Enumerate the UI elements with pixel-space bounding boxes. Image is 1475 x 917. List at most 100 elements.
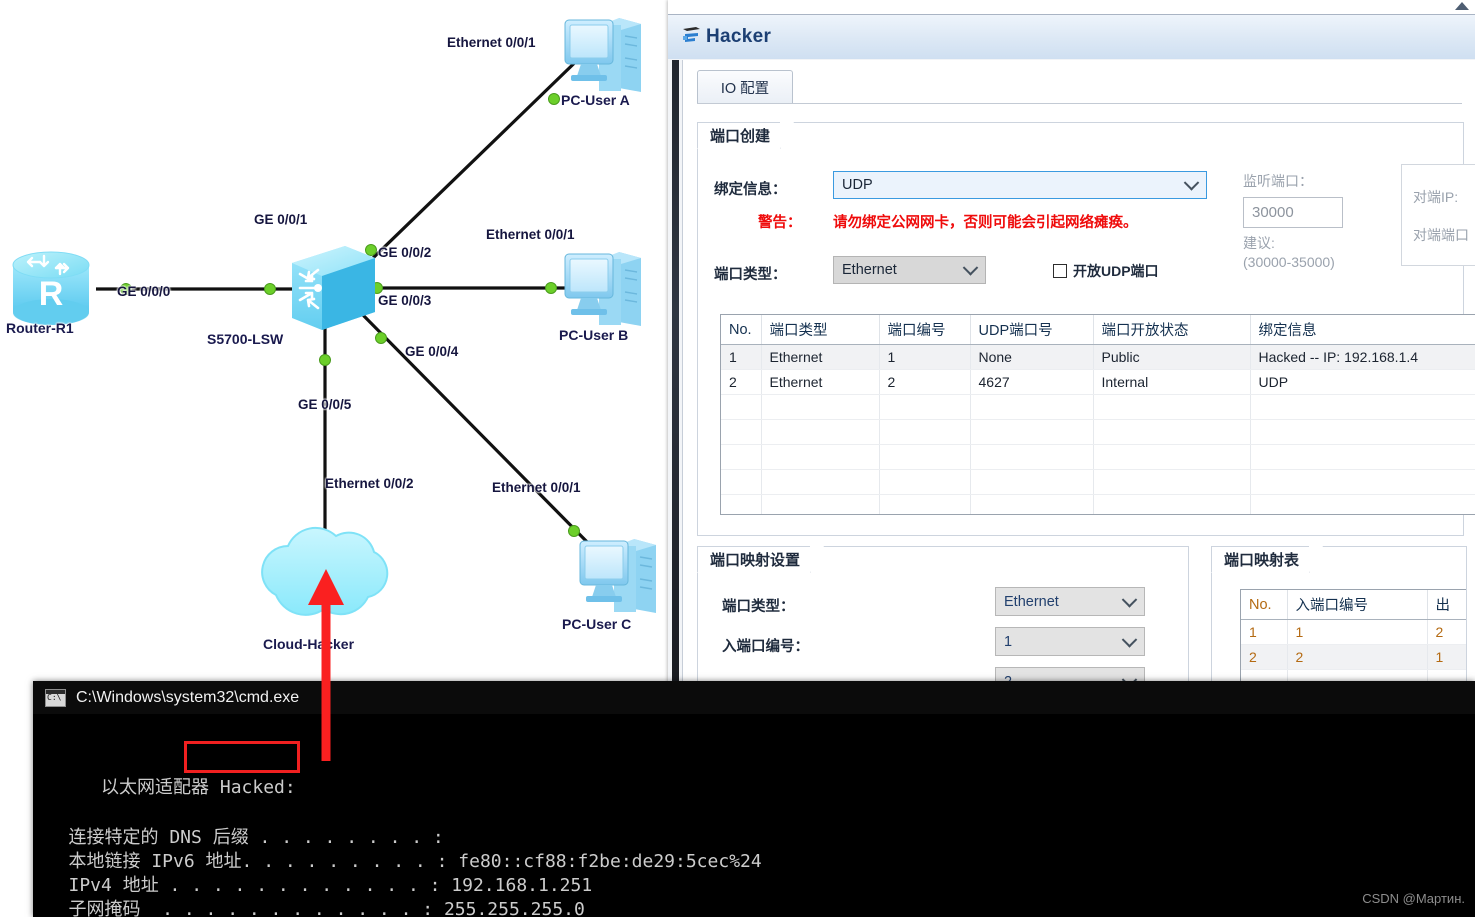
cell-open-state: Internal <box>1093 369 1251 395</box>
chevron-down-icon <box>1183 175 1200 191</box>
port-create-group: 端口创建 绑定信息： UDP 警告： 请勿绑定公网网卡，否则可能会引起网络瘫痪。… <box>697 122 1475 536</box>
cell-in-port: 2 <box>1287 644 1428 670</box>
cell-bind-info: Hacked -- IP: 192.168.1.4 <box>1250 344 1475 370</box>
hacker-app-icon <box>683 27 700 42</box>
peer-port-label: 对端端口 <box>1413 227 1469 243</box>
port-table[interactable]: No. 端口类型 端口编号 UDP端口号 端口开放状态 绑定信息 1 Ether… <box>720 314 1475 515</box>
suggest-label: 建议: <box>1243 235 1275 251</box>
port-mapping-table-group: 端口映射表 No. 入端口编号 出 1 1 2 2 2 1 <box>1211 546 1467 684</box>
tab-underline <box>697 103 1462 104</box>
iface-label: GE 0/0/1 <box>254 212 308 227</box>
iface-label: Ethernet 0/0/1 <box>447 35 536 50</box>
cell-in-port: 1 <box>1287 619 1428 645</box>
cloud-icon <box>261 526 389 616</box>
cell-no: 2 <box>721 369 762 395</box>
cmd-titlebar[interactable]: C:\Windows\system32\cmd.exe <box>33 681 1475 714</box>
port-type-combo[interactable]: Ethernet <box>833 256 986 284</box>
cmd-output-line: 连接特定的 DNS 后缀 . . . . . . . . : <box>36 827 444 848</box>
device-label-cloud: Cloud-Hacker <box>263 636 355 652</box>
iface-label: GE 0/0/4 <box>405 344 459 359</box>
tab-io-config[interactable]: IO 配置 <box>697 70 793 104</box>
port-table-col: No. <box>721 315 762 345</box>
hacker-titlebar[interactable]: Hacker <box>668 15 1475 59</box>
cell-port-no: 1 <box>879 344 971 370</box>
chevron-down-icon <box>1121 591 1138 608</box>
bind-info-combo[interactable]: UDP <box>833 171 1207 199</box>
tabstrip: IO 配置 <box>697 70 1462 104</box>
table-row[interactable]: 1 Ethernet 1 None Public Hacked -- IP: 1… <box>721 344 1475 370</box>
port-table-col: UDP端口号 <box>970 315 1094 345</box>
iface-label: Ethernet 0/0/1 <box>486 227 575 242</box>
device-label-pc-c: PC-User C <box>562 616 632 632</box>
cell-no: 1 <box>721 344 762 370</box>
table-row[interactable]: 2 Ethernet 2 4627 Internal UDP <box>721 369 1475 395</box>
device-label-switch: S5700-LSW <box>207 331 284 347</box>
table-row[interactable]: 2 2 1 <box>1241 644 1466 670</box>
table-row-empty[interactable] <box>721 444 1475 470</box>
port-table-header-row: No. 端口类型 端口编号 UDP端口号 端口开放状态 绑定信息 <box>721 315 1475 345</box>
warning-message: 请勿绑定公网网卡，否则可能会引起网络瘫痪。 <box>833 215 1138 231</box>
cmd-console-icon <box>45 688 66 707</box>
chevron-down-icon <box>1121 631 1138 648</box>
watermark-text: CSDN @Мартин. <box>1362 891 1465 906</box>
cmd-window[interactable]: C:\Windows\system32\cmd.exe 以太网适配器 Hacke… <box>33 681 1475 917</box>
cmd-adapter-prefix: 以太网适配器 <box>101 777 210 798</box>
warning-keyword: 警告： <box>758 215 802 231</box>
iface-label: Ethernet 0/0/2 <box>325 476 414 491</box>
cell-out-port: 2 <box>1427 619 1466 645</box>
pc-icon-b <box>564 252 641 326</box>
network-topology-canvas[interactable]: R Router-R1 S5700-LSW PC-User A PC-User … <box>0 0 672 684</box>
table-row-empty[interactable] <box>721 469 1475 495</box>
table-row[interactable]: 1 1 2 <box>1241 619 1466 645</box>
mapping-col-no: No. <box>1241 590 1288 620</box>
window-top-strip <box>668 0 1475 15</box>
cmd-output-line: 子网掩码 . . . . . . . . . . . . : 255.255.2… <box>36 899 585 917</box>
table-row-empty[interactable] <box>721 419 1475 445</box>
scrollbar-thumb[interactable] <box>672 60 679 684</box>
mapping-in-port-label: 入端口编号： <box>722 639 809 655</box>
mapping-col-out: 出 <box>1427 590 1466 620</box>
scroll-up-arrow[interactable] <box>1455 2 1469 10</box>
mapping-in-port-combo[interactable]: 1 <box>995 627 1145 656</box>
cell-port-type: Ethernet <box>761 344 880 370</box>
bind-info-label: 绑定信息： <box>714 182 787 198</box>
pc-icon-c <box>579 539 656 613</box>
cell-no: 1 <box>1241 619 1288 645</box>
listen-port-label: 监听端口： <box>1243 173 1313 189</box>
svg-text:R: R <box>39 275 64 313</box>
device-label-pc-b: PC-User B <box>559 327 629 343</box>
port-table-col: 端口编号 <box>879 315 971 345</box>
iface-label: Ethernet 0/0/1 <box>492 480 581 495</box>
hacker-window[interactable]: Hacker IO 配置 端口创建 绑定信息： UDP 警告： 请勿绑定公网网卡… <box>668 0 1475 684</box>
port-table-col: 端口类型 <box>761 315 880 345</box>
cmd-output-line: 本地链接 IPv6 地址. . . . . . . . . : fe80::cf… <box>36 851 762 872</box>
open-udp-checkbox-row[interactable]: 开放UDP端口 <box>1053 261 1159 281</box>
listen-port-value: 30000 <box>1252 204 1294 221</box>
cell-no: 2 <box>1241 644 1288 670</box>
listen-port-input[interactable]: 30000 <box>1243 197 1343 228</box>
cell-open-state: Public <box>1093 344 1251 370</box>
router-icon: R <box>12 251 90 325</box>
open-udp-checkbox[interactable] <box>1053 264 1067 278</box>
mapping-table[interactable]: No. 入端口编号 出 1 1 2 2 2 1 <box>1240 589 1466 684</box>
switch-icon <box>292 246 375 330</box>
table-row-empty[interactable] <box>721 394 1475 420</box>
mapping-port-type-combo[interactable]: Ethernet <box>995 587 1145 616</box>
suggest-range: (30000-35000) <box>1243 254 1335 270</box>
hacker-content-area: IO 配置 端口创建 绑定信息： UDP 警告： 请勿绑定公网网卡，否则可能会引… <box>682 60 1475 684</box>
mapping-port-type-value: Ethernet <box>1004 593 1059 610</box>
mapping-col-in: 入端口编号 <box>1287 590 1428 620</box>
port-table-col: 端口开放状态 <box>1093 315 1251 345</box>
table-row-empty[interactable] <box>721 494 1475 514</box>
mapping-port-type-label: 端口类型： <box>722 599 795 615</box>
mapping-in-port-value: 1 <box>1004 633 1013 650</box>
left-vertical-scrollbar[interactable] <box>672 60 679 684</box>
device-label-pc-a: PC-User A <box>561 92 630 108</box>
port-type-label: 端口类型： <box>714 267 787 283</box>
open-udp-label: 开放UDP端口 <box>1073 263 1159 279</box>
cell-out-port: 1 <box>1427 644 1466 670</box>
peer-info-box: 对端IP: 对端端口 <box>1401 164 1475 266</box>
hacked-highlight-box <box>184 741 300 773</box>
bind-info-value: UDP <box>842 177 873 193</box>
iface-label: GE 0/0/3 <box>378 293 432 308</box>
